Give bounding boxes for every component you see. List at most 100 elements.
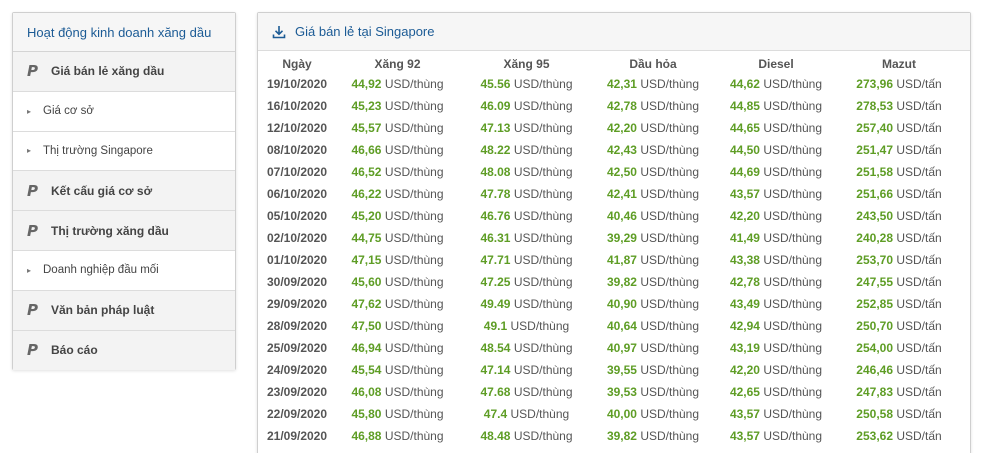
price-unit: USD/thùng: [513, 253, 573, 267]
price-unit: USD/thùng: [640, 165, 700, 179]
sidebar-item-ket-cau-gia-co-so[interactable]: P Kết cấu giá cơ sở: [13, 171, 235, 212]
cell-xang-92: 47,50 USD/thùng: [336, 315, 459, 337]
panel-header[interactable]: Giá bán lẻ tại Singapore: [258, 13, 970, 51]
download-icon[interactable]: [272, 25, 286, 39]
price-value: 253,62: [856, 429, 893, 443]
col-header-mazut: Mazut: [882, 56, 916, 71]
cell-mazut: 247,55 USD/tấn: [840, 271, 958, 293]
cell-dau-hoa: 39,55 USD/thùng: [594, 359, 712, 381]
cell-dau-hoa: 40,46 USD/thùng: [594, 205, 712, 227]
price-value: 45,80: [351, 407, 382, 421]
price-value: 47.25: [480, 275, 511, 289]
price-unit: USD/thùng: [640, 253, 700, 267]
price-value: 254,00: [856, 341, 893, 355]
price-value: 47.14: [480, 363, 511, 377]
price-unit: USD/tấn: [896, 187, 942, 201]
sidebar-item-label: Doanh nghiệp đầu mối: [43, 264, 159, 277]
price-value: 49.49: [480, 297, 511, 311]
col-header-dau-hoa: Dầu hỏa: [629, 56, 677, 71]
cell-diesel: 44,85 USD/thùng: [712, 95, 840, 117]
price-value: 251,58: [856, 165, 893, 179]
price-unit: USD/tấn: [896, 385, 942, 399]
sidebar-item-doanh-nghiep-dau-moi[interactable]: ▸ Doanh nghiệp đầu mối: [13, 250, 235, 291]
cell-date: 28/09/2020: [266, 319, 328, 333]
cell-date: 25/09/2020: [266, 341, 328, 355]
price-unit: USD/thùng: [513, 385, 573, 399]
cell-diesel: 43,57 USD/thùng: [712, 183, 840, 205]
cell-diesel: 43,57 USD/thùng: [712, 425, 840, 447]
price-value: 45,20: [351, 209, 382, 223]
col-header-diesel: Diesel: [758, 56, 794, 71]
p-icon: P: [27, 341, 38, 360]
price-value: 44,85: [729, 99, 760, 113]
cell-xang-92: 47,62 USD/thùng: [336, 293, 459, 315]
cell-mazut: 253,62 USD/tấn: [840, 425, 958, 447]
price-unit: USD/thùng: [763, 253, 823, 267]
cell-dau-hoa: 40,90 USD/thùng: [594, 293, 712, 315]
cell-mazut: 252,85 USD/tấn: [840, 293, 958, 315]
sidebar-item-label: Thị trường Singapore: [43, 144, 153, 157]
price-value: 47,50: [351, 319, 382, 333]
price-unit: USD/thùng: [384, 187, 444, 201]
cell-diesel: 41,49 USD/thùng: [712, 227, 840, 249]
price-value: 45.56: [480, 77, 511, 91]
sidebar-item-bao-cao[interactable]: P Báo cáo: [13, 330, 235, 371]
sidebar-item-gia-co-so[interactable]: ▸ Giá cơ sở: [13, 91, 235, 132]
price-unit: USD/thùng: [384, 429, 444, 443]
price-value: 47,15: [351, 253, 382, 267]
cell-xang-92: 44,92 USD/thùng: [336, 73, 459, 95]
price-value: 43,49: [729, 297, 760, 311]
price-unit: USD/thùng: [384, 165, 444, 179]
price-value: 43,57: [729, 407, 760, 421]
cell-xang-95: 48.08 USD/thùng: [459, 161, 594, 183]
price-value: 47.13: [480, 121, 511, 135]
cell-diesel: 44,69 USD/thùng: [712, 161, 840, 183]
sidebar-item-label: Giá cơ sở: [43, 105, 94, 118]
table-row: 28/09/2020 47,50 USD/thùng 49.1 USD/thùng 4…: [258, 315, 958, 337]
price-unit: USD/thùng: [640, 187, 700, 201]
cell-mazut: 257,40 USD/tấn: [840, 117, 958, 139]
cell-mazut: 251,66 USD/tấn: [840, 183, 958, 205]
price-unit: USD/thùng: [763, 99, 823, 113]
price-value: 39,82: [606, 429, 637, 443]
price-value: 48.54: [480, 341, 511, 355]
price-unit: USD/thùng: [513, 363, 573, 377]
cell-date: 05/10/2020: [266, 209, 328, 223]
price-value: 253,70: [856, 253, 893, 267]
cell-dau-hoa: 42,78 USD/thùng: [594, 95, 712, 117]
caret-right-icon: ▸: [27, 146, 32, 156]
sidebar-item-van-ban-phap-luat[interactable]: P Văn bản pháp luật: [13, 290, 235, 331]
price-unit: USD/thùng: [763, 231, 823, 245]
cell-xang-92: 45,20 USD/thùng: [336, 205, 459, 227]
price-value: 41,49: [729, 231, 760, 245]
price-value: 40,00: [606, 407, 637, 421]
price-unit: USD/thùng: [640, 341, 700, 355]
cell-dau-hoa: 42,31 USD/thùng: [594, 73, 712, 95]
table-header-row: Ngày Xăng 92 Xăng 95 Dầu hỏa Diesel Mazu…: [258, 54, 958, 73]
cell-dau-hoa: 40,00 USD/thùng: [594, 403, 712, 425]
cell-dau-hoa: 39,82 USD/thùng: [594, 271, 712, 293]
sidebar-item-thi-truong-xang-dau[interactable]: P Thị trường xăng dầu: [13, 211, 235, 251]
cell-xang-95: 49.49 USD/thùng: [459, 293, 594, 315]
price-unit: USD/thùng: [640, 363, 700, 377]
sidebar-title[interactable]: Hoạt động kinh doanh xăng dầu: [13, 13, 235, 52]
cell-diesel: 42,20 USD/thùng: [712, 205, 840, 227]
cell-date: 19/10/2020: [266, 77, 328, 91]
col-header-xang-92: Xăng 92: [374, 56, 421, 71]
price-value: 46,08: [351, 385, 382, 399]
price-value: 43,57: [729, 187, 760, 201]
sidebar-item-gia-ban-le-xang-dau[interactable]: P Giá bán lẻ xăng dầu: [13, 52, 235, 92]
sidebar-item-thi-truong-singapore[interactable]: ▸ Thị trường Singapore: [13, 131, 235, 172]
price-value: 45,23: [351, 99, 382, 113]
price-unit: USD/thùng: [763, 275, 823, 289]
price-unit: USD/thùng: [384, 143, 444, 157]
price-panel: Giá bán lẻ tại Singapore Ngày Xăng 92 Xă…: [257, 12, 971, 453]
price-value: 39,53: [606, 385, 637, 399]
price-unit: USD/thùng: [513, 121, 573, 135]
cell-mazut: 251,58 USD/tấn: [840, 161, 958, 183]
price-value: 48.22: [480, 143, 511, 157]
cell-xang-92: 46,52 USD/thùng: [336, 161, 459, 183]
cell-diesel: 42,20 USD/thùng: [712, 359, 840, 381]
price-unit: USD/thùng: [763, 363, 823, 377]
p-icon: P: [27, 181, 38, 200]
